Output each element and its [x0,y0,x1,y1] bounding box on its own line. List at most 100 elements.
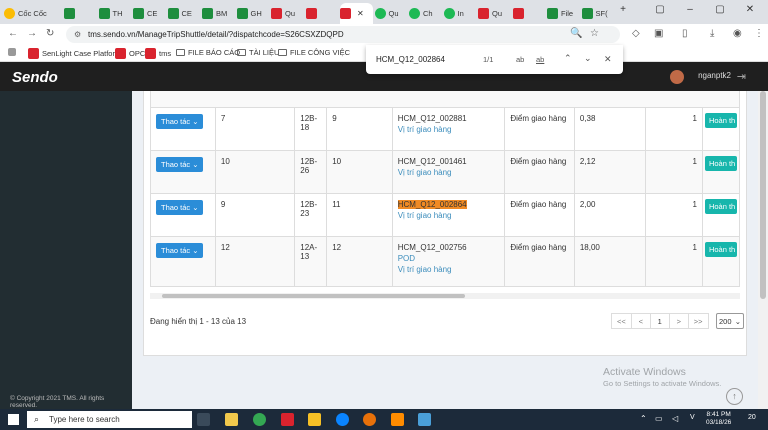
browser-tab[interactable]: ✕ [340,3,373,24]
browser-tab[interactable]: File [547,3,580,24]
volume-icon[interactable]: ◁ [672,414,678,423]
page-1-button[interactable]: 1 [649,313,670,329]
browser-tab[interactable] [64,3,97,24]
minimize-icon[interactable]: – [680,4,700,15]
maximize-icon[interactable]: ▢ [710,4,730,15]
find-icon[interactable]: 🔍 [570,28,582,39]
pagination-info: Đang hiển thị 1 - 13 của 13 [150,317,247,326]
url-input[interactable]: ⚙ tms.sendo.vn/ManageTripShuttle/detail/… [66,26,620,43]
task-view-icon[interactable] [197,413,210,426]
bookmark-folder-congviec[interactable]: FILE CÔNG VIỆC [278,48,350,57]
action-button[interactable]: Thao tác ⌄ [156,114,204,129]
back-icon[interactable]: ← [8,28,18,39]
row-link[interactable]: Vị trí giao hàng [398,168,500,177]
network-icon[interactable]: ▭ [655,414,663,423]
bookmark-star-icon[interactable]: ☆ [590,28,599,39]
browser-brand[interactable]: Cốc Cốc [4,3,60,24]
status-badge[interactable]: Hoàn th [704,199,737,214]
bookmark-senlight[interactable]: SenLight Case Platfor... [28,48,121,59]
find-next-icon[interactable]: ⌄ [584,53,592,64]
avatar[interactable] [670,70,684,84]
forward-icon[interactable]: → [27,28,37,39]
logout-icon[interactable]: ⇥ [737,70,746,83]
chevron-down-icon: ⌄ [192,160,199,169]
action-button[interactable]: Thao tác ⌄ [156,157,204,172]
opc-icon [115,48,126,59]
browser-tab[interactable] [512,3,546,24]
row-link[interactable]: Vị trí giao hàng [398,125,500,134]
browser-tab[interactable]: Ch [409,3,442,24]
page-size-select[interactable]: 200 ⌄ [716,313,744,329]
page-next-button[interactable]: > [668,313,689,329]
sidebar-icon[interactable]: ▯ [682,28,688,39]
vertical-scrollbar[interactable] [758,91,768,409]
status-badge[interactable]: Hoàn th [704,156,737,171]
browser-tab[interactable]: CE [167,3,201,24]
whole-word-button[interactable]: ab [536,55,544,64]
browser-tab[interactable] [305,3,339,24]
browser-tab[interactable]: In [443,3,477,24]
wps-icon[interactable] [281,413,294,426]
browser-tab[interactable]: Qu [374,3,408,24]
coccoc-taskbar-icon[interactable] [253,413,266,426]
page-prev-button[interactable]: < [630,313,651,329]
bookmark-folder-tailieu[interactable]: TÀI LIỆU [237,48,279,57]
bookmark-opc[interactable]: OPC [115,48,145,59]
bookmark-folder-baocao[interactable]: FILE BÁO CÁO [176,48,240,57]
tab-favicon-icon [167,8,179,19]
shipments-table: Thao tác ⌄ 7 12B-18 9 HCM_Q12_002881 Vị trí gi… [150,107,741,287]
action-button[interactable]: Thao tác ⌄ [156,200,204,215]
tool-app-icon[interactable] [418,413,431,426]
match-case-button[interactable]: ab [516,55,524,64]
cell-qty: 1 [645,150,703,194]
extensions-icon[interactable]: ◇ [632,28,640,39]
puzzle-icon[interactable]: ▣ [654,28,663,39]
cell-weight: 2,12 [573,150,647,194]
browser-tab[interactable]: GH [236,3,270,24]
row-link[interactable]: Vị trí giao hàng [398,265,500,274]
browser-tab[interactable]: SF( [581,3,615,24]
taskbar-clock[interactable]: 8:41 PM 03/18/26 [706,411,731,427]
find-prev-icon[interactable]: ⌃ [564,53,572,64]
file-explorer-icon[interactable] [225,413,238,426]
tray-chevron-icon[interactable]: ⌃ [640,414,647,423]
new-tab-button[interactable]: + [613,4,633,15]
profile-icon[interactable]: ◉ [733,28,742,39]
close-tab-icon[interactable]: ✕ [357,9,364,18]
user-name[interactable]: nganptk2 [698,71,731,80]
status-badge[interactable]: Hoàn th [704,242,737,257]
browser-tab[interactable]: Qu [478,3,511,24]
site-info-icon[interactable]: ⚙ [74,30,81,39]
ime-icon[interactable]: V [690,414,695,421]
bookmark-tms[interactable]: tms [145,48,171,59]
scroll-top-button[interactable]: ↑ [726,388,743,405]
row-link[interactable]: POD [398,254,500,263]
browser-tab[interactable]: Qu [271,3,304,24]
taskbar-search-input[interactable]: ⌕ Type here to search [27,411,192,428]
reload-icon[interactable]: ↻ [46,28,54,39]
action-button[interactable]: Thao tác ⌄ [156,243,204,258]
find-input[interactable]: HCM_Q12_002864 [376,55,445,64]
notification-badge[interactable]: 20 [748,414,756,421]
find-close-icon[interactable]: ✕ [604,54,612,65]
app-icon[interactable] [363,413,376,426]
menu-icon[interactable]: ⋮ [754,28,764,39]
copyright-text: © Copyright 2021 TMS. All rights reserve… [10,395,105,409]
bookmark-apps[interactable] [8,48,16,56]
close-window-icon[interactable]: ✕ [740,4,760,15]
row-link[interactable]: Vị trí giao hàng [398,211,500,220]
browser-tab[interactable]: BM [202,3,235,24]
status-badge[interactable]: Hoàn th [704,113,737,128]
sendo-logo[interactable]: Sendo [12,69,58,86]
downloads-icon[interactable]: ⤓ [710,28,714,39]
horizontal-scrollbar[interactable] [150,293,740,299]
windows-start-icon[interactable] [8,414,19,425]
page-last-button[interactable]: >> [687,313,709,329]
fire-app-icon[interactable] [391,413,404,426]
browser-tab[interactable]: CE [133,3,166,24]
zalo-icon[interactable] [336,413,349,426]
sticky-notes-icon[interactable] [308,413,321,426]
tab-search-icon[interactable]: ▢ [650,4,670,15]
page-first-button[interactable]: << [611,313,632,329]
browser-tab[interactable]: TH [98,3,132,24]
